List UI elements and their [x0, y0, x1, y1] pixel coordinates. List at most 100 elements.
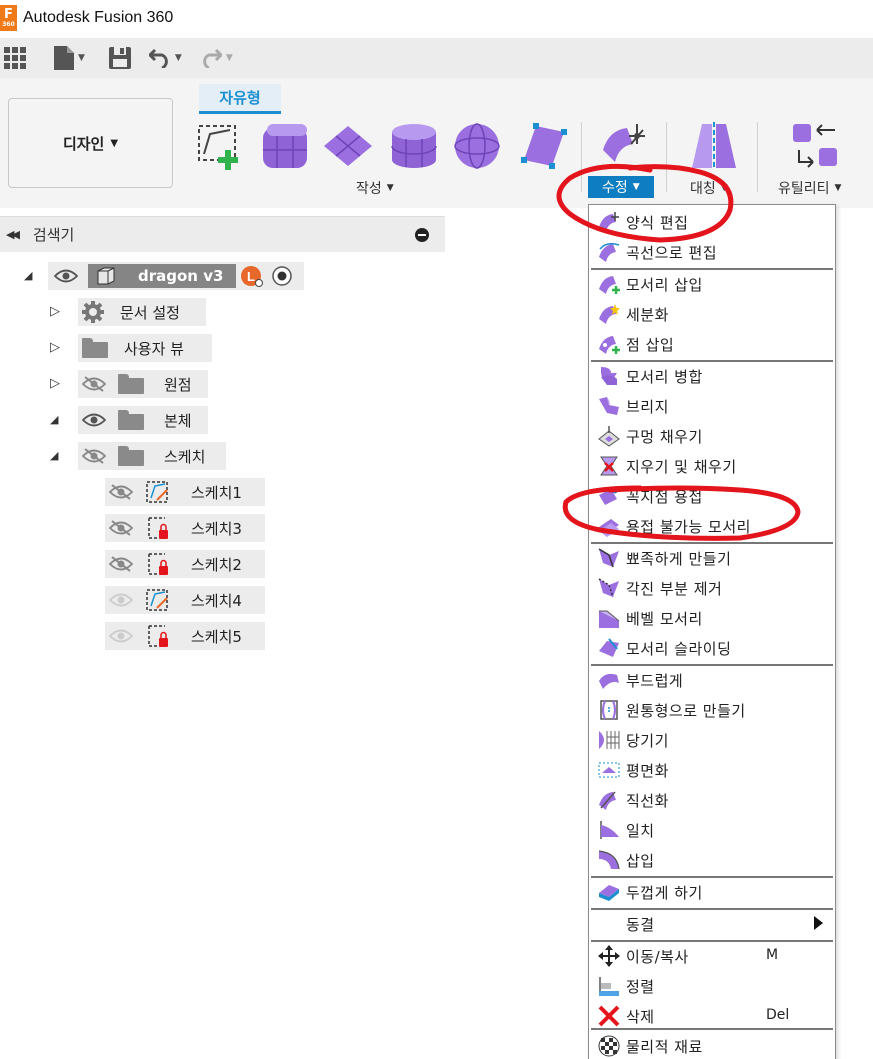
hidden-eye-icon[interactable] — [82, 376, 106, 392]
menu-item-align[interactable]: 정렬 — [589, 971, 835, 1001]
menu-item-delete[interactable]: 삭제 Del — [589, 1001, 835, 1031]
lightbulb-l-icon[interactable]: L — [241, 265, 263, 287]
sketch-locked-icon — [148, 553, 168, 575]
menu-item-smooth[interactable]: 부드럽게 — [589, 665, 835, 695]
expanded-triangle-icon[interactable]: ◢ — [50, 413, 58, 426]
visibility-eye-icon[interactable] — [54, 268, 78, 284]
edit-form-icon — [603, 124, 645, 162]
menu-item-label: 삽입 — [626, 852, 655, 870]
document-settings-label: 문서 설정 — [120, 303, 180, 322]
save-button[interactable] — [108, 43, 131, 73]
symmetry-group-menu[interactable]: 대칭 ▼ — [690, 178, 728, 198]
menu-item-thicken[interactable]: 두껍게 하기 — [589, 877, 835, 907]
face-tool[interactable] — [518, 120, 570, 172]
menu-item-edit-by-curve[interactable]: 곡선으로 편집 — [589, 237, 835, 267]
browser-item-sketches[interactable]: ◢ 스케치 — [0, 442, 230, 470]
hidden-eye-icon[interactable] — [109, 556, 133, 572]
menu-item-bevel-edge[interactable]: 베벨 모서리 — [589, 603, 835, 633]
thicken-icon — [599, 885, 619, 901]
menu-item-weld-vertices[interactable]: 꼭지점 용접 — [589, 481, 835, 511]
menu-item-label: 일치 — [626, 822, 655, 840]
hidden-eye-icon[interactable] — [82, 448, 106, 464]
expanded-triangle-icon[interactable]: ◢ — [24, 269, 32, 282]
collapsed-triangle-icon[interactable]: ▷ — [50, 304, 60, 319]
plane-tool[interactable] — [322, 120, 374, 172]
create-group-label: 작성 — [356, 181, 382, 197]
modify-group-menu[interactable]: 수정 ▼ — [588, 176, 654, 198]
menu-item-fill-hole[interactable]: 구멍 채우기 — [589, 421, 835, 451]
app-grid-button[interactable] — [4, 43, 26, 73]
browser-item-origin[interactable]: ▷ 원점 — [0, 370, 210, 398]
menu-item-pull[interactable]: 당기기 — [589, 725, 835, 755]
menu-item-edit-form[interactable]: 양식 편집 — [589, 207, 835, 237]
menu-item-erase-and-fill[interactable]: 지우기 및 채우기 — [589, 451, 835, 481]
sketch-label: 스케치1 — [191, 483, 242, 502]
menu-item-label: 모서리 삽입 — [626, 276, 703, 294]
menu-item-label: 점 삽입 — [626, 336, 675, 354]
origin-label: 원점 — [164, 375, 192, 394]
undo-button[interactable]: ▼ — [148, 43, 182, 73]
visibility-eye-icon[interactable] — [109, 592, 133, 608]
browser-item-bodies[interactable]: ◢ 본체 — [0, 406, 210, 434]
menu-item-flatten[interactable]: 평면화 — [589, 755, 835, 785]
browser-root-node[interactable]: ◢ dragon v3 L — [0, 262, 310, 290]
sketch-item[interactable]: 스케치2 — [105, 550, 265, 578]
collapsed-triangle-icon[interactable]: ▷ — [50, 376, 60, 391]
sketch-item[interactable]: 스케치4 — [105, 586, 265, 614]
box-tool[interactable] — [259, 120, 311, 172]
menu-item-insert-edge[interactable]: 모서리 삽입 — [589, 269, 835, 299]
menu-item-unweld-edges[interactable]: 용접 불가능 모서리 — [589, 511, 835, 541]
menu-item-freeze[interactable]: 동결 — [589, 909, 835, 939]
menu-item-uncrease[interactable]: 각진 부분 제거 — [589, 573, 835, 603]
sphere-tool[interactable] — [451, 120, 503, 172]
create-form-sketch-tool[interactable] — [192, 120, 244, 172]
hidden-eye-icon[interactable] — [109, 484, 133, 500]
utility-tool[interactable] — [789, 120, 841, 172]
menu-item-physical-material[interactable]: 물리적 재료 — [589, 1031, 835, 1059]
hidden-eye-icon[interactable] — [109, 520, 133, 536]
menu-item-subdivide[interactable]: 세분화 — [589, 299, 835, 329]
menu-item-crease[interactable]: 뾰족하게 만들기 — [589, 543, 835, 573]
visibility-eye-icon[interactable] — [82, 412, 106, 428]
browser-item-document-settings[interactable]: ▷ 문서 설정 — [0, 298, 210, 326]
menu-item-shortcut: M — [766, 947, 779, 963]
utility-group-menu[interactable]: 유틸리티 ▼ — [778, 178, 841, 198]
browser-header: ◀◀ 검색기 — [0, 216, 445, 252]
menu-item-interpolate[interactable]: 삽입 — [589, 845, 835, 875]
menu-item-cylindrify[interactable]: 원통형으로 만들기 — [589, 695, 835, 725]
redo-button[interactable]: ▼ — [200, 43, 233, 73]
menu-item-insert-point[interactable]: 점 삽입 — [589, 329, 835, 359]
visibility-eye-icon[interactable] — [109, 628, 133, 644]
chevron-down-icon: ▼ — [174, 53, 182, 63]
menu-item-straighten[interactable]: 직선화 — [589, 785, 835, 815]
uncrease-icon — [598, 578, 619, 598]
create-sketch-plus-icon — [198, 125, 238, 170]
workspace-switcher[interactable]: 디자인 ▼ — [8, 98, 173, 188]
ribbon-separator — [581, 122, 582, 192]
create-group-menu[interactable]: 작성 ▼ — [356, 178, 394, 198]
menu-item-bridge[interactable]: 브리지 — [589, 391, 835, 421]
browser-item-named-views[interactable]: ▷ 사용자 뷰 — [0, 334, 215, 362]
sketch-item[interactable]: 스케치5 — [105, 622, 265, 650]
file-menu-button[interactable]: ▼ — [54, 43, 85, 73]
gear-icon — [82, 301, 104, 323]
sketch-item[interactable]: 스케치1 — [105, 478, 265, 506]
minimize-icon[interactable] — [415, 228, 429, 242]
file-icon — [54, 46, 74, 70]
collapsed-triangle-icon[interactable]: ▷ — [50, 340, 60, 355]
node-box: 문서 설정 — [78, 298, 206, 326]
menu-item-label: 부드럽게 — [626, 672, 684, 690]
menu-item-merge-edge[interactable]: 모서리 병합 — [589, 361, 835, 391]
flatten-icon — [598, 762, 620, 778]
menu-item-slide-edge[interactable]: 모서리 슬라이딩 — [589, 633, 835, 663]
expanded-triangle-icon[interactable]: ◢ — [50, 449, 58, 462]
edit-form-tool[interactable] — [597, 120, 649, 172]
cylinder-tool[interactable] — [388, 120, 440, 172]
collapse-panel-icon[interactable]: ◀◀ — [6, 228, 20, 241]
menu-item-match[interactable]: 일치 — [589, 815, 835, 845]
tab-freeform[interactable]: 자유형 — [199, 84, 281, 114]
menu-item-move-copy[interactable]: 이동/복사 M — [589, 941, 835, 971]
sketch-item[interactable]: 스케치3 — [105, 514, 265, 542]
symmetry-tool[interactable] — [688, 120, 740, 172]
activate-radio-icon[interactable] — [272, 266, 292, 286]
